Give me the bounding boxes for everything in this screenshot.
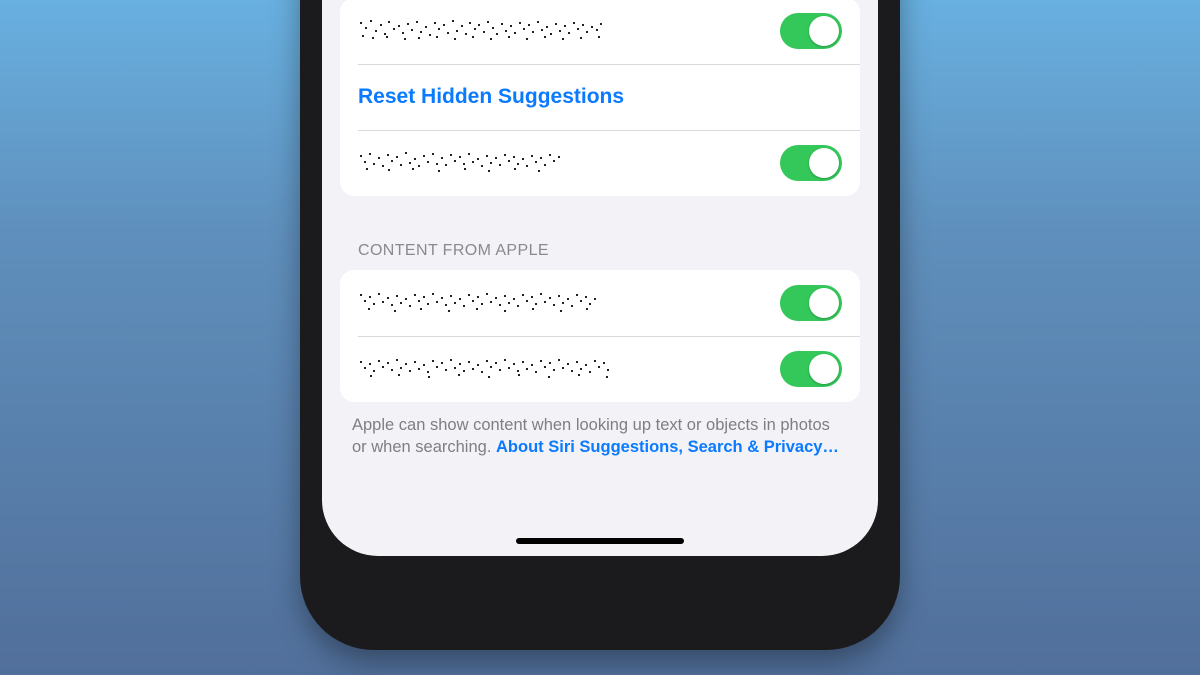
row-before-1-label: [358, 18, 780, 44]
reset-hidden-suggestions-link[interactable]: Reset Hidden Suggestions: [358, 85, 624, 109]
toggle-knob-icon: [809, 148, 839, 178]
row-reset-hidden-suggestions[interactable]: Reset Hidden Suggestions: [340, 64, 860, 130]
row-before-2: [340, 130, 860, 196]
about-siri-privacy-link[interactable]: About Siri Suggestions, Search & Privacy…: [496, 438, 839, 456]
row-apple-1-label: [358, 290, 780, 316]
row-apple-1: [340, 270, 860, 336]
row-apple-2-label: [358, 356, 780, 382]
toggle-knob-icon: [809, 354, 839, 384]
toggle-before-1[interactable]: [780, 13, 842, 49]
phone-screen: BEFORE SEARCHING: [322, 0, 878, 556]
redacted-text-icon: [358, 150, 568, 176]
section-footer-content-from-apple: Apple can show content when looking up t…: [322, 402, 878, 471]
redacted-text-icon: [358, 356, 618, 382]
settings-content: BEFORE SEARCHING: [322, 0, 878, 556]
home-indicator-icon[interactable]: [516, 538, 684, 544]
row-before-1: [340, 0, 860, 64]
card-content-from-apple: [340, 270, 860, 402]
toggle-apple-2[interactable]: [780, 351, 842, 387]
redacted-text-icon: [358, 290, 603, 316]
row-before-2-label: [358, 150, 780, 176]
redacted-text-icon: [358, 18, 608, 44]
toggle-knob-icon: [809, 288, 839, 318]
toggle-before-2[interactable]: [780, 145, 842, 181]
phone-frame: BEFORE SEARCHING: [300, 0, 900, 650]
toggle-knob-icon: [809, 16, 839, 46]
row-apple-2: [340, 336, 860, 402]
section-header-content-from-apple: CONTENT FROM APPLE: [322, 196, 878, 270]
stage-background: BEFORE SEARCHING: [0, 0, 1200, 675]
card-before-searching: Reset Hidden Suggestions: [340, 0, 860, 196]
toggle-apple-1[interactable]: [780, 285, 842, 321]
